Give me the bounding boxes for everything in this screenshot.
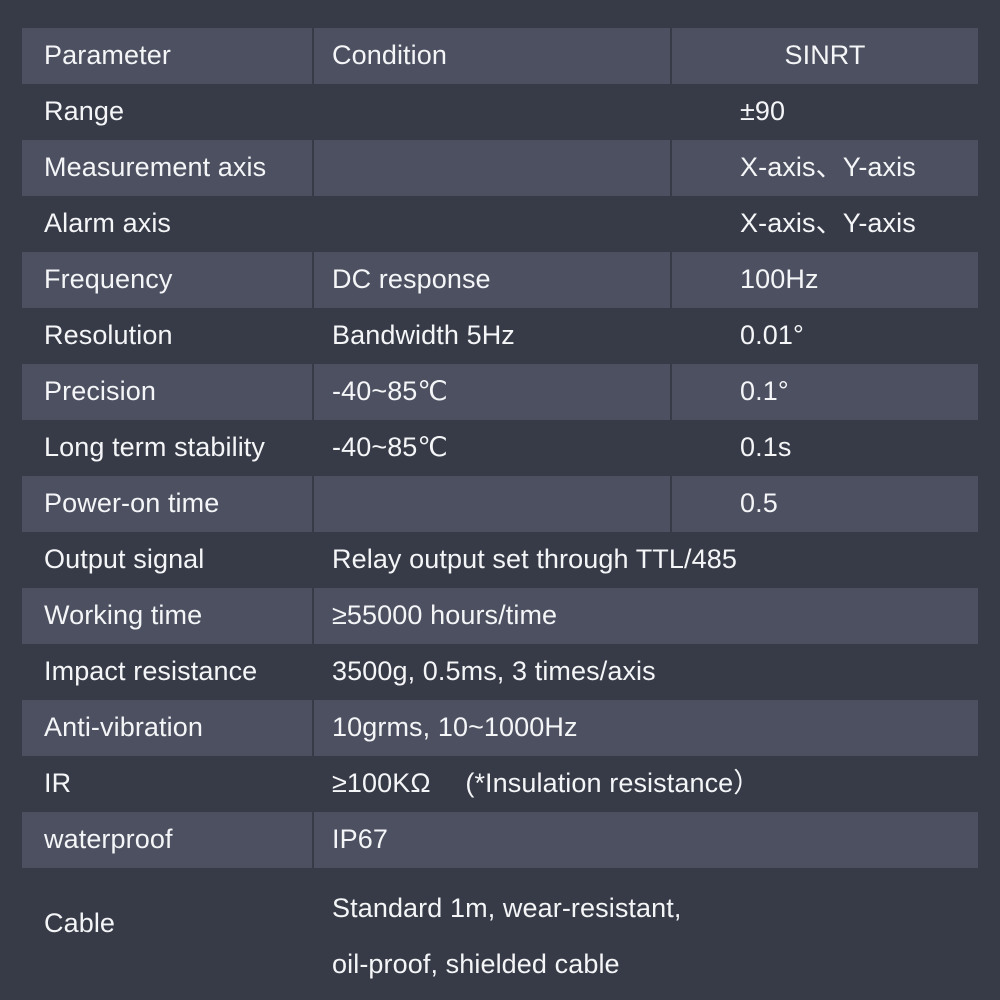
table-row: Cable Standard 1m, wear-resistant, oil-pro… (0, 868, 1000, 980)
table-row: Precision -40~85℃ 0.1° (0, 364, 1000, 420)
column-header-parameter: Parameter (44, 40, 171, 71)
cell-value: 0.1° (740, 376, 789, 407)
table-row: Alarm axis X-axis、Y-axis (0, 196, 1000, 252)
table-row: Long term stability -40~85℃ 0.1s (0, 420, 1000, 476)
cell-value: X-axis、Y-axis (740, 152, 916, 183)
table-row: Resolution Bandwidth 5Hz 0.01° (0, 308, 1000, 364)
specification-table: Parameter Condition SINRT Range ±90 Measureme… (0, 0, 1000, 1000)
cell-value-merged: 3500g, 0.5ms, 3 times/axis (332, 656, 656, 687)
cell-condition (332, 476, 692, 532)
cell-parameter: Anti-vibration (44, 712, 203, 743)
cell-parameter: Output signal (44, 544, 205, 575)
cell-parameter: Long term stability (44, 432, 265, 463)
cell-value: X-axis、Y-axis (740, 208, 916, 239)
cell-value: 0.5 (740, 488, 778, 519)
cell-value: 0.1s (740, 432, 792, 463)
cell-value-merged: ≥100KΩ (*Insulation resistance） (332, 768, 761, 799)
cell-value: 100Hz (740, 264, 819, 295)
cell-condition: DC response (332, 264, 491, 295)
table-row: Output signal Relay output set through TT… (0, 532, 1000, 588)
table-row: waterproof IP67 (0, 812, 1000, 868)
cell-parameter: Power-on time (44, 488, 220, 519)
table-row: Measurement axis X-axis、Y-axis (0, 140, 1000, 196)
cell-parameter: Precision (44, 376, 156, 407)
cell-condition: -40~85℃ (332, 376, 448, 407)
cell-value-merged: 10grms, 10~1000Hz (332, 712, 578, 743)
cell-parameter: Alarm axis (44, 208, 172, 239)
cell-condition: Bandwidth 5Hz (332, 320, 515, 351)
cell-condition (332, 196, 692, 252)
table-row: Working time ≥55000 hours/time (0, 588, 1000, 644)
cell-parameter: IR (44, 768, 72, 799)
table-row: IR ≥100KΩ (*Insulation resistance） (0, 756, 1000, 812)
cell-value-merged: Relay output set through TTL/485 (332, 544, 737, 575)
table-row: Anti-vibration 10grms, 10~1000Hz (0, 700, 1000, 756)
cell-value-line: Standard 1m, wear-resistant, (332, 893, 682, 923)
cell-value-merged: Standard 1m, wear-resistant, oil-proof, s… (332, 868, 978, 992)
cell-condition: -40~85℃ (332, 432, 448, 463)
cell-condition (332, 84, 692, 140)
table-row: Range ±90 (0, 84, 1000, 140)
cell-value: ±90 (740, 96, 786, 127)
cell-condition (332, 140, 692, 196)
cell-parameter: Range (44, 96, 125, 127)
cell-parameter: Working time (44, 600, 203, 631)
cell-parameter: Frequency (44, 264, 173, 295)
cell-value-merged: IP67 (332, 824, 388, 855)
table-row: Impact resistance 3500g, 0.5ms, 3 times/a… (0, 644, 1000, 700)
cell-parameter: waterproof (44, 824, 173, 855)
cell-parameter: Resolution (44, 320, 173, 351)
table-row: Frequency DC response 100Hz (0, 252, 1000, 308)
cell-value-line: oil-proof, shielded cable (332, 949, 620, 979)
cell-value-merged: ≥55000 hours/time (332, 600, 558, 631)
cell-parameter: Measurement axis (44, 152, 267, 183)
table-row: Power-on time 0.5 (0, 476, 1000, 532)
cell-parameter: Impact resistance (44, 656, 258, 687)
table-header-row: Parameter Condition SINRT (0, 28, 1000, 84)
cell-value: 0.01° (740, 320, 804, 351)
column-header-condition: Condition (332, 40, 447, 71)
cell-parameter: Cable (44, 908, 116, 939)
column-header-value: SINRT (784, 40, 866, 71)
